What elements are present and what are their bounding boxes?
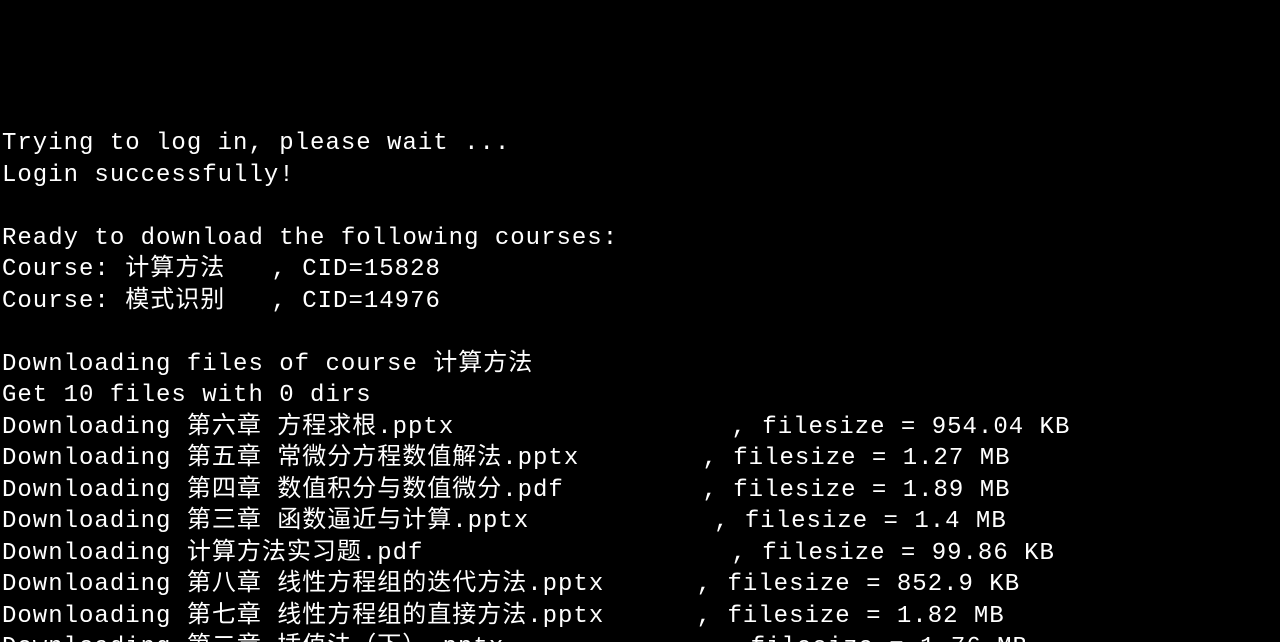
- filesize-label: , filesize =: [697, 603, 897, 630]
- terminal-line: Downloading 第八章 线性方程组的迭代方法.pptx , filesi…: [2, 569, 1280, 601]
- filesize-label: , filesize =: [702, 445, 902, 472]
- file-size-6: 1.82 MB: [897, 603, 1005, 630]
- file-size-7: 1.76 MB: [920, 634, 1028, 642]
- login-success: Login successfully!: [2, 162, 295, 189]
- file-size-0: 954.04 KB: [932, 414, 1071, 441]
- filesize-label: , filesize =: [720, 634, 920, 642]
- terminal-line: Downloading 第二章 插值法（下）.pptx , filesize =…: [2, 632, 1280, 642]
- file-name-4: Downloading 计算方法实习题.pdf: [2, 540, 731, 567]
- login-trying: Trying to log in, please wait ...: [2, 130, 510, 157]
- course-pad: [225, 288, 271, 315]
- terminal-line: Downloading 第四章 数值积分与数值微分.pdf , filesize…: [2, 475, 1280, 507]
- filesize-label: , filesize =: [697, 571, 897, 598]
- course-prefix: Course:: [2, 256, 125, 283]
- blank: [2, 319, 17, 346]
- file-name-7: Downloading 第二章 插值法（下）.pptx: [2, 634, 720, 642]
- course-prefix: Course:: [2, 288, 125, 315]
- terminal-line: [2, 191, 1280, 223]
- terminal-line: Downloading 第五章 常微分方程数值解法.pptx , filesiz…: [2, 443, 1280, 475]
- terminal-line: Downloading 计算方法实习题.pdf , filesize = 99.…: [2, 538, 1280, 570]
- terminal-line: Login successfully!: [2, 160, 1280, 192]
- file-size-1: 1.27 MB: [903, 445, 1011, 472]
- terminal-line: Course: 模式识别 , CID=14976: [2, 286, 1280, 318]
- terminal-line: Downloading files of course 计算方法: [2, 349, 1280, 381]
- file-size-5: 852.9 KB: [897, 571, 1020, 598]
- terminal-line: Course: 计算方法 , CID=15828: [2, 254, 1280, 286]
- filesize-label: , filesize =: [702, 477, 902, 504]
- terminal-line: Get 10 files with 0 dirs: [2, 380, 1280, 412]
- file-name-1: Downloading 第五章 常微分方程数值解法.pptx: [2, 445, 702, 472]
- file-name-0: Downloading 第六章 方程求根.pptx: [2, 414, 731, 441]
- file-name-6: Downloading 第七章 线性方程组的直接方法.pptx: [2, 603, 697, 630]
- course-cid-1: 14976: [364, 288, 441, 315]
- course-downloading-name: 计算方法: [433, 351, 533, 378]
- filesize-label: , filesize =: [731, 414, 931, 441]
- file-size-2: 1.89 MB: [903, 477, 1011, 504]
- course-cid-0: 15828: [364, 256, 441, 283]
- file-size-4: 99.86 KB: [932, 540, 1055, 567]
- course-pad: [225, 256, 271, 283]
- blank: [2, 193, 17, 220]
- course-sep: , CID=: [271, 288, 363, 315]
- terminal-output: Trying to log in, please wait ... Login s…: [2, 128, 1280, 642]
- getfiles-count: 10: [64, 382, 95, 409]
- terminal-line: Downloading 第六章 方程求根.pptx , filesize = 9…: [2, 412, 1280, 444]
- course-name-0: 计算方法: [125, 256, 225, 283]
- course-name-1: 模式识别: [125, 288, 225, 315]
- terminal-line: [2, 317, 1280, 349]
- file-name-2: Downloading 第四章 数值积分与数值微分.pdf: [2, 477, 702, 504]
- course-downloading-prefix: Downloading files of course: [2, 351, 433, 378]
- file-name-3: Downloading 第三章 函数逼近与计算.pptx: [2, 508, 714, 535]
- file-size-3: 1.4 MB: [914, 508, 1006, 535]
- terminal-line: Trying to log in, please wait ...: [2, 128, 1280, 160]
- terminal-line: Ready to download the following courses:: [2, 223, 1280, 255]
- course-sep: , CID=: [271, 256, 363, 283]
- terminal-line: Downloading 第三章 函数逼近与计算.pptx , filesize …: [2, 506, 1280, 538]
- filesize-label: , filesize =: [714, 508, 914, 535]
- file-name-5: Downloading 第八章 线性方程组的迭代方法.pptx: [2, 571, 697, 598]
- getfiles-dirs: 0: [279, 382, 294, 409]
- terminal-line: Downloading 第七章 线性方程组的直接方法.pptx , filesi…: [2, 601, 1280, 633]
- download-header: Ready to download the following courses:: [2, 225, 618, 252]
- getfiles-mid: files with: [94, 382, 279, 409]
- getfiles-prefix: Get: [2, 382, 64, 409]
- getfiles-suffix: dirs: [295, 382, 372, 409]
- filesize-label: , filesize =: [731, 540, 931, 567]
